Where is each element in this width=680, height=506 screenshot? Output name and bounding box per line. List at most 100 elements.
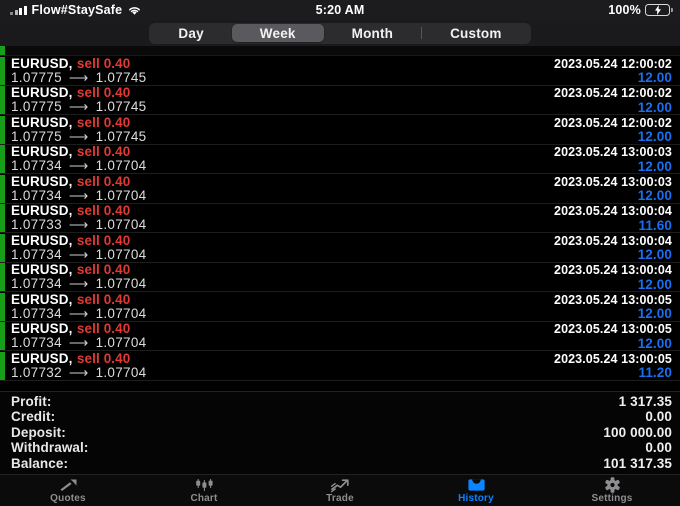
deal-row-bottom-line: 1.07734 ⟶ 1.07704 12.00 xyxy=(11,276,672,292)
deal-timestamp: 2023.05.24 13:00:05 xyxy=(554,351,672,366)
deal-symbol: EURUSD, xyxy=(11,203,73,218)
deal-timestamp: 2023.05.24 13:00:05 xyxy=(554,322,672,336)
deal-profit: 12.00 xyxy=(637,99,672,115)
summary-value: 1 317.35 xyxy=(618,393,672,409)
summary-value: 101 317.35 xyxy=(603,455,672,471)
deal-symbol: EURUSD, xyxy=(11,232,73,248)
deal-prices: 1.07732 ⟶ 1.07704 xyxy=(11,365,146,381)
cellular-signal-icon xyxy=(10,5,27,15)
deal-symbol: EURUSD, xyxy=(11,321,73,336)
deal-row-top-line: EURUSD, sell 0.40 2023.05.24 13:00:04 xyxy=(11,232,672,248)
deal-profit: 12.00 xyxy=(637,70,672,85)
deal-row-top-line: EURUSD, sell 0.40 2023.05.24 13:00:05 xyxy=(11,292,672,307)
deal-direction-bar xyxy=(0,115,5,144)
history-tray-icon xyxy=(466,477,487,493)
battery-percent-label: 100% xyxy=(608,3,641,17)
table-row[interactable]: EURUSD, sell 0.40 2023.05.24 13:00:03 1.07… xyxy=(0,173,680,204)
deal-direction-bar xyxy=(0,322,5,350)
tab-trade[interactable]: Trade xyxy=(272,475,408,506)
deal-row-top-line: EURUSD, sell 0.40 2023.05.24 13:00:05 xyxy=(11,350,672,366)
carrier-label: Flow#StaySafe xyxy=(31,3,123,17)
deal-open-price: 1.07734 xyxy=(11,187,62,203)
deal-row-bottom-line: 1.07733 ⟶ 1.07704 11.60 xyxy=(11,217,672,233)
period-segmented-control[interactable]: Day Week Month Custom xyxy=(148,22,532,44)
deal-side-volume: sell 0.40 xyxy=(76,55,131,71)
tab-history-label: History xyxy=(458,493,494,504)
deal-profit: 12.00 xyxy=(637,276,672,292)
segment-day[interactable]: Day xyxy=(150,24,231,42)
deal-symbol: EURUSD, xyxy=(11,173,73,189)
tab-chart-label: Chart xyxy=(190,493,218,504)
history-deal-list[interactable]: EURUSD, sell 0.40 2023.05.24 12:00:02 1.07… xyxy=(0,46,680,391)
deal-open-price: 1.07734 xyxy=(11,335,62,350)
table-row[interactable]: EURUSD, sell 0.40 2023.05.24 13:00:03 1.07… xyxy=(0,144,680,174)
deal-close-price: 1.07745 xyxy=(95,128,147,144)
deal-profit: 11.60 xyxy=(638,217,672,233)
deal-open-price: 1.07734 xyxy=(11,276,62,291)
deal-row-top-line: EURUSD, sell 0.40 2023.05.24 12:00:02 xyxy=(11,55,672,71)
deal-row-bottom-line: 1.07775 ⟶ 1.07745 12.00 xyxy=(11,128,672,145)
deal-direction-bar xyxy=(0,351,5,380)
deal-profit: 12.00 xyxy=(637,129,672,144)
price-arrow-icon: ⟶ xyxy=(68,364,89,380)
segment-week[interactable]: Week xyxy=(231,24,324,42)
table-row[interactable]: EURUSD, sell 0.40 2023.05.24 13:00:05 1.07… xyxy=(0,350,680,381)
segment-custom[interactable]: Custom xyxy=(422,24,529,42)
deal-row-top-line: EURUSD, sell 0.40 2023.05.24 13:00:03 xyxy=(11,144,672,159)
deal-profit: 11.20 xyxy=(638,365,672,380)
deal-close-price: 1.07745 xyxy=(95,99,147,114)
table-row[interactable]: EURUSD, sell 0.40 2023.05.24 12:00:02 1.07… xyxy=(0,114,680,145)
deal-profit: 12.00 xyxy=(637,306,672,321)
deal-close-price: 1.07704 xyxy=(95,246,147,262)
table-row[interactable]: EURUSD, sell 0.40 2023.05.24 13:00:05 1.07… xyxy=(0,321,680,351)
deal-row-top-line: EURUSD, sell 0.40 2023.05.24 12:00:02 xyxy=(11,85,672,100)
summary-value: 0.00 xyxy=(645,409,672,425)
table-row[interactable]: EURUSD, sell 0.40 2023.05.24 13:00:05 1.07… xyxy=(0,292,680,322)
deal-close-price: 1.07704 xyxy=(95,158,147,173)
deal-open-price: 1.07775 xyxy=(11,128,62,144)
history-rows-container: EURUSD, sell 0.40 2023.05.24 12:00:02 1.07… xyxy=(0,55,680,381)
deal-open-price: 1.07775 xyxy=(11,99,62,114)
segment-month[interactable]: Month xyxy=(324,24,421,42)
table-row[interactable]: EURUSD, sell 0.40 2023.05.24 13:00:04 1.07… xyxy=(0,203,680,233)
table-row[interactable]: EURUSD, sell 0.40 2023.05.24 12:00:02 1.07… xyxy=(0,55,680,86)
mt-history-screen: Flow#StaySafe 5:20 AM 100% Day Week Mont… xyxy=(0,0,680,506)
deal-row-bottom-line: 1.07734 ⟶ 1.07704 12.00 xyxy=(11,305,672,322)
deal-direction-bar xyxy=(0,145,5,173)
deal-symbol: EURUSD, xyxy=(11,350,73,366)
status-bar-left: Flow#StaySafe xyxy=(10,3,142,17)
tab-bar: Quotes Chart Trade History Settings xyxy=(0,474,680,506)
deal-close-price: 1.07704 xyxy=(95,305,147,321)
deal-row-bottom-line: 1.07775 ⟶ 1.07745 12.00 xyxy=(11,99,672,115)
summary-label: Balance: xyxy=(11,455,69,471)
deal-row-bottom-line: 1.07775 ⟶ 1.07745 12.00 xyxy=(11,69,672,86)
period-filter-bar: Day Week Month Custom xyxy=(0,20,680,46)
table-row[interactable]: EURUSD, sell 0.40 2023.05.24 13:00:04 1.07… xyxy=(0,232,680,263)
deal-side-volume: sell 0.40 xyxy=(76,144,131,159)
summary-row: Withdrawal: 0.00 xyxy=(11,440,672,456)
deal-row-bottom-line: 1.07734 ⟶ 1.07704 12.00 xyxy=(11,187,672,204)
deal-symbol: EURUSD, xyxy=(11,85,73,100)
deal-row-bottom-line: 1.07734 ⟶ 1.07704 12.00 xyxy=(11,335,672,351)
deal-close-price: 1.07704 xyxy=(95,217,147,232)
deal-close-price: 1.07704 xyxy=(95,335,147,350)
tab-chart[interactable]: Chart xyxy=(136,475,272,506)
deal-symbol: EURUSD, xyxy=(11,55,73,71)
tab-quotes[interactable]: Quotes xyxy=(0,475,136,506)
tab-history[interactable]: History xyxy=(408,475,544,506)
deal-direction-bar xyxy=(0,56,5,85)
deal-side-volume: sell 0.40 xyxy=(76,85,131,100)
status-bar-right: 100% xyxy=(608,3,673,17)
summary-row: Profit: 1 317.35 xyxy=(11,394,672,410)
deal-open-price: 1.07775 xyxy=(11,69,62,85)
summary-label: Withdrawal: xyxy=(11,440,89,456)
deal-symbol: EURUSD, xyxy=(11,114,73,130)
deal-timestamp: 2023.05.24 13:00:04 xyxy=(554,263,672,277)
table-row[interactable]: EURUSD, sell 0.40 2023.05.24 13:00:04 1.07… xyxy=(0,262,680,292)
tab-settings[interactable]: Settings xyxy=(544,475,680,506)
table-row[interactable]: EURUSD, sell 0.40 2023.05.24 12:00:02 1.07… xyxy=(0,85,680,115)
gear-icon xyxy=(604,477,621,493)
quotes-arrows-icon xyxy=(59,477,78,493)
deal-row-bottom-line: 1.07732 ⟶ 1.07704 11.20 xyxy=(11,365,672,381)
deal-close-price: 1.07704 xyxy=(95,276,147,291)
